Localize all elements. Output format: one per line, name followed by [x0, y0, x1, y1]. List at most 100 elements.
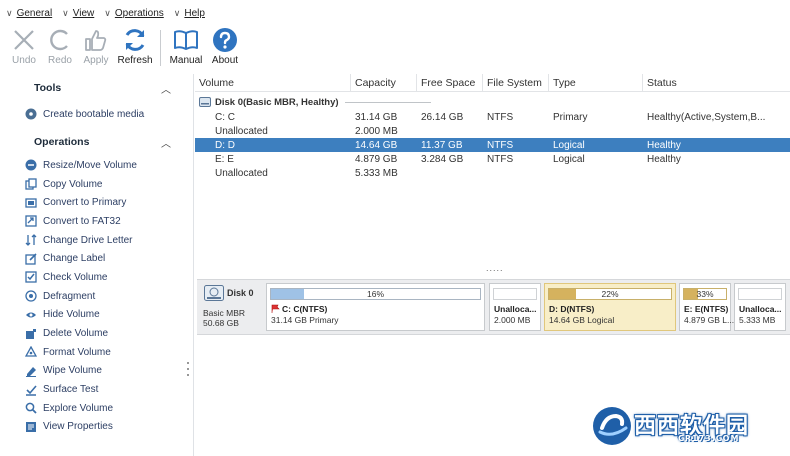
disk-group-label: Disk 0(Basic MBR, Healthy): [215, 96, 339, 108]
op-check-volume[interactable]: Check Volume: [0, 268, 193, 287]
operations-section-header[interactable]: Operations ︿: [0, 128, 193, 156]
convert-fat-icon: [25, 215, 37, 228]
table-row[interactable]: D: D 14.64 GB 11.37 GB NTFS Logical Healthy: [195, 138, 790, 152]
toolbar-divider: [160, 30, 161, 66]
op-explore-volume[interactable]: Explore Volume: [0, 399, 193, 418]
op-convert-to-primary[interactable]: Convert to Primary: [0, 193, 193, 212]
divider: [344, 101, 431, 103]
cell-file-system: NTFS: [487, 139, 514, 151]
table-row[interactable]: Unallocated 5.333 MB: [195, 166, 790, 180]
partition-title: Unalloca...: [494, 304, 537, 314]
delete-icon: [25, 328, 37, 340]
thumbs-up-icon: [82, 26, 110, 54]
col-status[interactable]: Status: [643, 74, 790, 92]
op-change-drive-letter[interactable]: Change Drive Letter: [0, 231, 193, 250]
cell-volume: Unallocated: [215, 167, 268, 179]
op-convert-to-fat32[interactable]: Convert to FAT32: [0, 212, 193, 231]
cell-type: Primary: [553, 111, 588, 123]
usage-bar: [738, 288, 782, 300]
watermark-logo: 西西软件园 CR173.COM: [590, 404, 782, 448]
refresh-icon: [121, 26, 149, 54]
table-row[interactable]: Unallocated 2.000 MB: [195, 124, 790, 138]
disk-0-info[interactable]: Disk 0 Basic MBR 50.68 GB: [201, 283, 263, 331]
undo-icon: [10, 26, 38, 54]
panel-resize-grip[interactable]: [186, 362, 190, 376]
col-volume[interactable]: Volume: [195, 73, 351, 92]
col-file-system[interactable]: File System: [483, 73, 549, 92]
cell-volume: D: D: [215, 139, 235, 151]
usage-bar: 33%: [683, 288, 727, 300]
menu-view[interactable]: ∨ View: [62, 8, 94, 19]
partition-desc: 31.14 GB Primary: [271, 315, 339, 325]
partition-title: Unalloca...: [739, 304, 782, 314]
copy-icon: [25, 178, 37, 190]
menu-general[interactable]: ∨ General: [6, 8, 52, 19]
op-format-volume[interactable]: Format Volume: [0, 343, 193, 362]
cell-capacity: 4.879 GB: [355, 153, 398, 165]
partition-c[interactable]: 16% C: C(NTFS) 31.14 GB Primary: [266, 283, 485, 331]
col-capacity[interactable]: Capacity: [351, 73, 417, 92]
op-hide-volume[interactable]: Hide Volume: [0, 306, 193, 325]
cell-status: Healthy: [647, 153, 681, 165]
op-delete-volume[interactable]: Delete Volume: [0, 324, 193, 343]
apply-button[interactable]: Apply: [78, 26, 114, 66]
hide-icon: [25, 309, 37, 321]
col-free-space[interactable]: Free Space: [417, 73, 483, 92]
format-icon: [25, 346, 37, 358]
op-resize-move-volume[interactable]: Resize/Move Volume: [0, 156, 193, 175]
cell-type: Logical: [553, 153, 585, 165]
partition-unallocated-1[interactable]: Unalloca... 2.000 MB: [489, 283, 541, 331]
table-row[interactable]: C: C 31.14 GB 26.14 GB NTFS Primary Healthy(A…: [195, 110, 790, 124]
disk-type: Basic MBR: [203, 308, 246, 318]
col-type[interactable]: Type: [549, 73, 643, 92]
disk-map: Disk 0 Basic MBR 50.68 GB 16% C: C(NTFS)…: [197, 279, 790, 335]
redo-icon: [46, 26, 74, 54]
manual-button[interactable]: Manual: [165, 26, 207, 66]
undo-button[interactable]: Undo: [6, 26, 42, 66]
cell-status: Healthy: [647, 139, 681, 151]
cell-free-space: 3.284 GB: [421, 153, 464, 165]
op-surface-test[interactable]: Surface Test: [0, 380, 193, 399]
hard-disk-icon: [204, 285, 224, 303]
op-view-properties[interactable]: View Properties: [0, 418, 193, 437]
op-copy-volume[interactable]: Copy Volume: [0, 175, 193, 194]
convert-icon: [25, 197, 37, 209]
partition-d[interactable]: 22% D: D(NTFS) 14.64 GB Logical: [544, 283, 676, 331]
op-defragment[interactable]: Defragment: [0, 287, 193, 306]
disk-group-header[interactable]: Disk 0(Basic MBR, Healthy): [195, 94, 790, 110]
create-bootable-label: Create bootable media: [43, 108, 145, 120]
tools-section-header[interactable]: Tools ︿: [0, 74, 193, 102]
cell-status: Healthy(Active,System,B...: [647, 111, 766, 123]
partition-desc: 14.64 GB Logical: [549, 315, 615, 325]
manual-label: Manual: [169, 55, 203, 66]
partition-unallocated-2[interactable]: Unalloca... 5.333 MB: [734, 283, 786, 331]
label-icon: [25, 253, 37, 265]
table-row[interactable]: E: E 4.879 GB 3.284 GB NTFS Logical Healthy: [195, 152, 790, 166]
help-icon: [211, 26, 239, 54]
defrag-icon: [25, 290, 37, 302]
refresh-button[interactable]: Refresh: [114, 26, 156, 66]
chevron-up-icon[interactable]: ︿: [161, 81, 171, 96]
about-button[interactable]: About: [207, 26, 243, 66]
watermark-subtext: CR173.COM: [678, 434, 740, 443]
redo-button[interactable]: Redo: [42, 26, 78, 66]
usage-percent: 22%: [601, 289, 619, 299]
wipe-icon: [25, 365, 37, 377]
cell-volume: Unallocated: [215, 125, 268, 137]
toolbar: Undo Redo Apply Refresh Manual About: [0, 26, 790, 72]
partition-title: D: D(NTFS): [549, 304, 595, 314]
cell-file-system: NTFS: [487, 153, 514, 165]
partition-e[interactable]: 33% E: E(NTFS) 4.879 GB L...: [679, 283, 735, 331]
op-change-label[interactable]: Change Label: [0, 249, 193, 268]
splitter-handle[interactable]: .....: [486, 263, 504, 273]
menu-operations[interactable]: ∨ Operations: [104, 8, 164, 19]
create-bootable-media[interactable]: Create bootable media: [0, 102, 193, 126]
chevron-up-icon[interactable]: ︿: [161, 135, 171, 150]
cell-free-space: 11.37 GB: [421, 139, 463, 151]
cell-free-space: 26.14 GB: [421, 111, 464, 123]
usage-bar: 16%: [270, 288, 481, 300]
op-wipe-volume[interactable]: Wipe Volume: [0, 362, 193, 381]
partition-desc: 4.879 GB L...: [684, 315, 735, 325]
partition-desc: 2.000 MB: [494, 315, 531, 325]
menu-help[interactable]: ∨ Help: [174, 8, 205, 19]
